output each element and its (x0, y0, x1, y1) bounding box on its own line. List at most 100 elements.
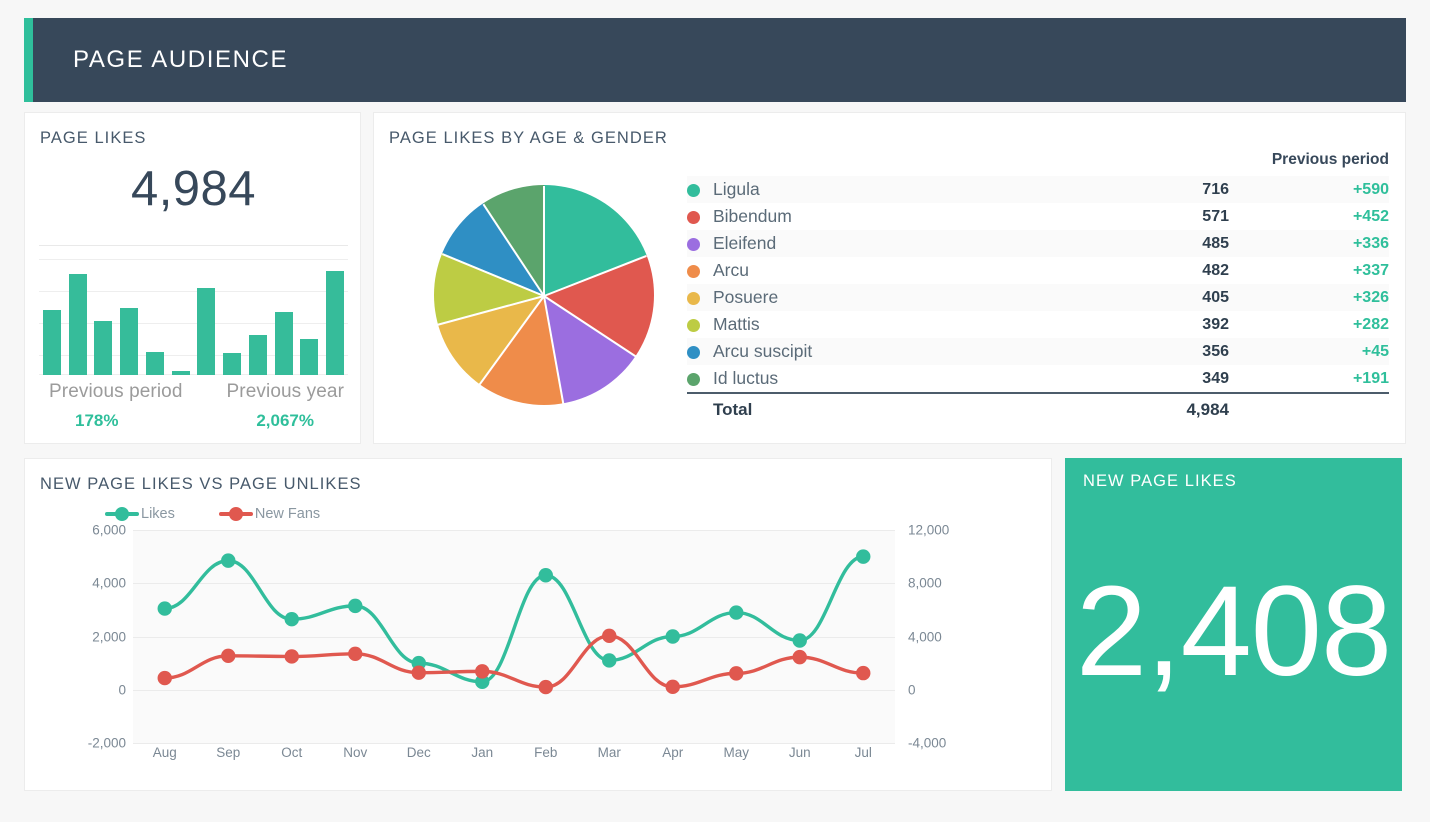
data-point[interactable] (221, 553, 236, 568)
legend-row-previous: +326 (1229, 284, 1389, 311)
legend-row-previous: +282 (1352, 315, 1389, 333)
bar (248, 334, 267, 375)
bar-cell (91, 265, 117, 375)
data-point[interactable] (602, 653, 617, 668)
x-tick: Feb (534, 745, 558, 760)
bar (326, 271, 345, 375)
page-header: PAGE AUDIENCE (24, 18, 1406, 102)
data-point[interactable] (602, 628, 617, 644)
data-point[interactable] (856, 549, 871, 564)
legend-row[interactable]: Mattis 392 +282 (687, 311, 1389, 338)
data-point[interactable] (348, 646, 363, 662)
bar (197, 288, 216, 375)
bar-cell (245, 265, 271, 375)
x-tick: May (723, 745, 749, 760)
legend-item-new-fans[interactable]: New Fans (218, 506, 321, 522)
data-point[interactable] (157, 601, 172, 616)
page-likes-card-title: PAGE LIKES (40, 129, 147, 147)
x-tick: Nov (343, 745, 368, 760)
legend-row-previous: +336 (1229, 230, 1389, 257)
legend-color-dot-icon (687, 230, 713, 257)
data-point[interactable] (856, 665, 871, 681)
legend-row-value: 716 (1079, 176, 1229, 203)
data-point[interactable] (284, 611, 299, 627)
bar (171, 370, 190, 375)
x-tick: Jun (788, 745, 811, 760)
line-chart-x-axis: Aug Sep Oct Nov Dec Jan Feb Mar Apr May Jun Jul (133, 745, 895, 760)
legend-color-dot-icon (687, 284, 713, 311)
legend-row-name: Arcu suscipit (713, 338, 1079, 365)
bar (274, 312, 293, 375)
bar-series (39, 265, 348, 375)
data-point[interactable] (348, 598, 363, 614)
legend-color-dot-icon (687, 257, 713, 284)
data-point[interactable] (538, 679, 553, 695)
legend-row-previous: +337 (1352, 261, 1389, 279)
legend-row-name: Posuere (713, 284, 1079, 311)
new-page-likes-card: NEW PAGE LIKES 2,408 (1065, 458, 1402, 791)
y-tick-left: 6,000 (92, 522, 126, 538)
bar-cell (65, 265, 91, 375)
y-tick-right: 12,000 (908, 522, 950, 538)
bar-cell (194, 265, 220, 375)
bar-cell (116, 265, 142, 375)
y-tick-left: 4,000 (92, 575, 126, 591)
data-point[interactable] (792, 649, 807, 665)
divider (39, 245, 348, 246)
legend-row-name: Arcu (713, 260, 749, 280)
previous-period-label: Previous period (49, 381, 183, 402)
line-series-svg (157, 549, 871, 695)
previous-period-header: Previous period (1271, 151, 1389, 168)
data-point[interactable] (411, 665, 426, 680)
previous-year-value: 2,067% (256, 411, 314, 430)
data-point[interactable] (729, 605, 744, 620)
bar-cell (322, 265, 348, 375)
legend-row[interactable]: Posuere 405 +326 (687, 284, 1389, 311)
legend-row[interactable]: Eleifend 485 +336 (687, 230, 1389, 257)
legend-row-previous: +590 (1229, 176, 1389, 203)
x-tick: Dec (406, 745, 431, 760)
bar (300, 339, 319, 375)
x-tick: Oct (281, 745, 303, 760)
legend-row-value: 349 (1202, 369, 1229, 387)
legend-row[interactable]: Id luctus 349 +191 (687, 365, 1389, 393)
data-point[interactable] (221, 648, 236, 663)
data-point[interactable] (665, 679, 680, 695)
pie-slice-separator (543, 186, 545, 296)
bar-cell (142, 265, 168, 375)
bar-cell (219, 265, 245, 375)
data-point[interactable] (475, 664, 490, 679)
line-chart-legend: Likes New Fans (105, 506, 320, 522)
bar (68, 274, 87, 375)
legend-item-likes[interactable]: Likes (105, 506, 175, 522)
legend-dot-icon (115, 507, 129, 521)
legend-row[interactable]: Arcu suscipit 356 +45 (687, 338, 1389, 365)
bar-cell (168, 265, 194, 375)
data-point[interactable] (157, 670, 172, 686)
data-point[interactable] (538, 568, 553, 583)
legend-row-name: Ligula (713, 176, 1079, 203)
legend-total-row: Total 4,984 (687, 392, 1389, 423)
legend-row[interactable]: Ligula 716 +590 (687, 176, 1389, 203)
data-point[interactable] (729, 666, 744, 681)
pie-chart (434, 185, 654, 405)
legend-header-row: Previous period (687, 151, 1389, 176)
line-card-title: NEW PAGE LIKES VS PAGE UNLIKES (40, 475, 362, 493)
y-tick-right: 4,000 (908, 629, 942, 644)
legend-label-new-fans: New Fans (254, 506, 321, 522)
legend-color-dot-icon (687, 311, 713, 338)
data-point[interactable] (665, 629, 680, 644)
y-tick-left: 2,000 (92, 629, 126, 644)
previous-year-block: Previous year 2,067% (197, 381, 349, 431)
bar-cell (297, 265, 323, 375)
data-point[interactable] (792, 633, 807, 648)
previous-period-block: Previous period 178% (39, 381, 197, 431)
x-tick: Apr (662, 745, 684, 760)
legend-row[interactable]: Arcu 482 +337 (687, 257, 1389, 284)
data-point[interactable] (284, 649, 299, 664)
legend-row[interactable]: Bibendum 571 +452 (687, 203, 1389, 230)
x-tick: Jan (471, 745, 494, 760)
y-tick-right: 8,000 (908, 575, 942, 591)
bar (223, 353, 242, 375)
legend-row-value: 482 (1202, 261, 1229, 279)
